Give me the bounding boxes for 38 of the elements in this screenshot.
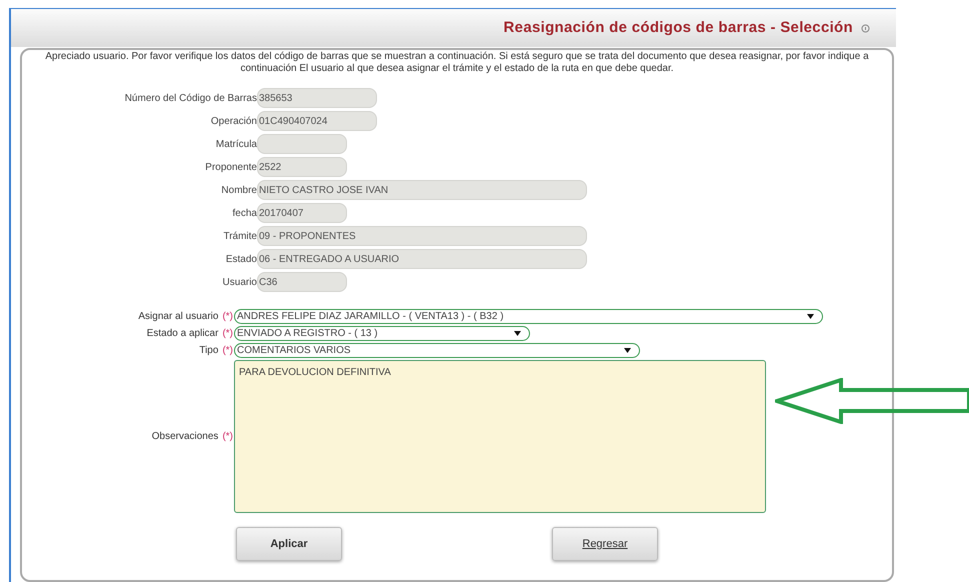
field-label: Estado a aplicar bbox=[146, 327, 218, 341]
input-field[interactable]: NIETO CASTRO JOSE IVAN bbox=[257, 180, 587, 200]
input-field[interactable]: 2522 bbox=[257, 157, 347, 177]
field-label: Matrícula bbox=[214, 138, 257, 152]
required-mark: (*) bbox=[222, 327, 233, 341]
field-label: fecha bbox=[232, 206, 257, 220]
field-label: Proponente bbox=[204, 160, 257, 174]
field-label: Nombre bbox=[220, 184, 257, 198]
required-mark: (*) bbox=[222, 310, 233, 324]
dropdown-arrow-icon bbox=[514, 331, 521, 336]
required-mark: (*) bbox=[222, 344, 233, 358]
dropdown-arrow-icon bbox=[624, 348, 631, 353]
dropdown[interactable]: ENVIADO A REGISTRO - ( 13 ) bbox=[234, 326, 530, 341]
field-label: Operación bbox=[210, 114, 257, 128]
help-icon[interactable] bbox=[861, 22, 870, 34]
dropdown-arrow-icon bbox=[807, 314, 814, 319]
field-label: Trámite bbox=[222, 230, 257, 244]
field-label: Observaciones bbox=[152, 430, 218, 444]
action-button[interactable]: Aplicar bbox=[236, 527, 342, 561]
field-label: Estado bbox=[224, 252, 257, 266]
field-label: Tipo bbox=[199, 344, 218, 358]
input-field[interactable] bbox=[257, 134, 347, 154]
observations-textarea[interactable]: PARA DEVOLUCION DEFINITIVA bbox=[234, 360, 766, 513]
input-field[interactable]: 20170407 bbox=[257, 203, 347, 223]
input-field[interactable]: C36 bbox=[257, 272, 347, 292]
field-label: Número del Código de Barras bbox=[124, 92, 257, 106]
input-field[interactable]: 385653 bbox=[257, 88, 377, 108]
intro-text: Apreciado usuario. Por favor verifique los datos del código de barras que se muestran a continuación. Si está seguro que se trata del documento que desea reasignar, por favor indique a continuación El usuario al que desea asignar el trámite y el estado de la ruta en que debe quedar. bbox=[44, 50, 870, 75]
action-button[interactable]: Regresar bbox=[552, 527, 658, 561]
input-field[interactable]: 06 - ENTREGADO A USUARIO bbox=[257, 249, 587, 269]
page-title: Reasignación de códigos de barras - Selección bbox=[504, 18, 853, 38]
field-label: Usuario bbox=[222, 276, 257, 290]
dropdown[interactable]: ANDRES FELIPE DIAZ JARAMILLO - ( VENTA13 ) - ( B32 ) bbox=[234, 309, 823, 324]
dropdown[interactable]: COMENTARIOS VARIOS bbox=[234, 343, 640, 358]
field-label: Asignar al usuario bbox=[138, 310, 218, 324]
input-field[interactable]: 01C490407024 bbox=[257, 111, 377, 131]
input-field[interactable]: 09 - PROPONENTES bbox=[257, 226, 587, 246]
required-mark: (*) bbox=[222, 430, 233, 444]
